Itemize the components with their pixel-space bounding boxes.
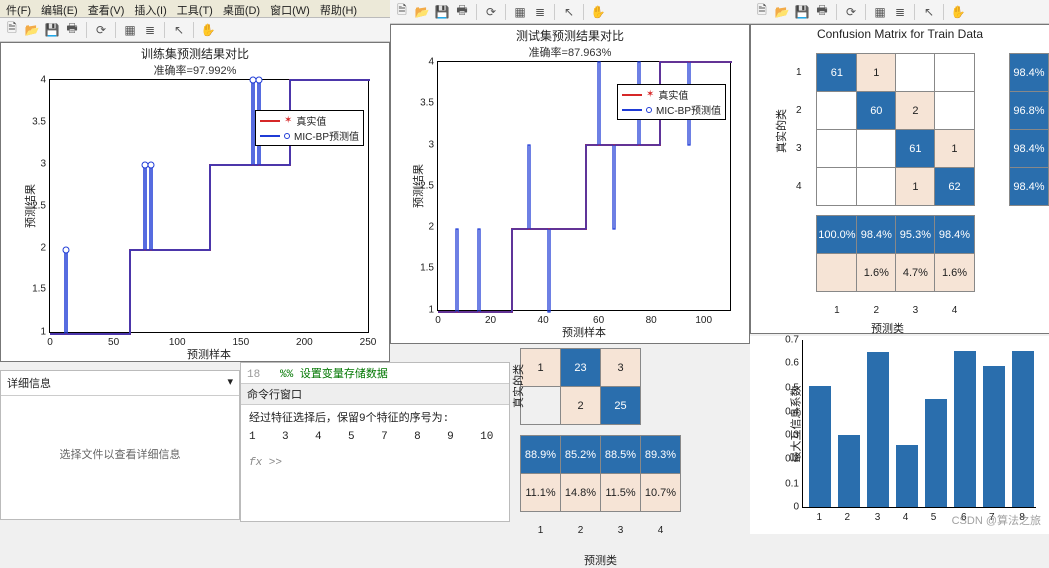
folder-open-icon[interactable]: 📂 xyxy=(414,4,430,20)
print-icon[interactable]: 🖶 xyxy=(454,4,470,20)
bar-ylabel: 最大互信息系数 xyxy=(788,385,804,462)
save-icon[interactable]: 💾 xyxy=(434,4,450,20)
fig1-legend: ✶真实值 MIC-BP预测值 xyxy=(255,110,364,146)
print-icon[interactable]: 🖶 xyxy=(64,22,80,38)
menu-help[interactable]: 帮助(H) xyxy=(320,2,357,15)
folder-open-icon[interactable]: 📂 xyxy=(24,22,40,38)
watermark: CSDN @算法之旅 xyxy=(952,512,1041,528)
menu-file[interactable]: 件(F) xyxy=(6,2,31,15)
folder-new-icon[interactable]: 🗎 xyxy=(754,4,770,20)
menu-tools[interactable]: 工具(T) xyxy=(177,2,213,15)
cm-train-title: Confusion Matrix for Train Data xyxy=(751,27,1049,41)
cm-test-xlabel: 预测类 xyxy=(520,552,681,568)
cm-train-grid: 161198.4% 260296.8% 361198.4% 416298.4% … xyxy=(781,53,1049,330)
cm-train-ylabel: 真实的类 xyxy=(773,109,789,153)
pointer-icon[interactable]: ↖ xyxy=(921,4,937,20)
command-window[interactable]: 18 %% 设置变量存储数据 命令行窗口 经过特征选择后，保留9个特征的序号为:… xyxy=(240,362,510,522)
details-heading: 详细信息 xyxy=(7,378,51,390)
list-icon[interactable]: ≣ xyxy=(532,4,548,20)
bar-series xyxy=(803,339,1037,507)
pointer-icon[interactable]: ↖ xyxy=(171,22,187,38)
refresh-icon[interactable]: ⟳ xyxy=(93,22,109,38)
figure-test-compare: 测试集预测结果对比 准确率=87.963% 预测结果 预测样本 11.5 22.… xyxy=(390,24,750,344)
fig1-subtitle: 准确率=97.992% xyxy=(1,62,389,78)
folder-open-icon[interactable]: 📂 xyxy=(774,4,790,20)
fig2-legend: ✶真实值 MIC-BP预测值 xyxy=(617,84,726,120)
toolbar-fig3: 🗎📂💾🖶 ⟳ ▦≣ ↖ ✋ xyxy=(750,0,1049,24)
refresh-icon[interactable]: ⟳ xyxy=(843,4,859,20)
toolbar-fig1: 🗎📂💾🖶 ⟳ ▦≣ ↖ ✋ xyxy=(0,18,390,42)
folder-new-icon[interactable]: 🗎 xyxy=(4,22,20,38)
grid-icon[interactable]: ▦ xyxy=(512,4,528,20)
print-icon[interactable]: 🖶 xyxy=(814,4,830,20)
fig2-xlabel: 预测样本 xyxy=(562,324,606,340)
cm-test-ylabel: 真实的类 xyxy=(510,364,526,408)
toolbar-fig2: 🗎📂💾🖶 ⟳ ▦≣ ↖ ✋ xyxy=(390,0,750,24)
details-placeholder: 选择文件以查看详细信息 xyxy=(1,446,239,462)
hand-icon[interactable]: ✋ xyxy=(590,4,606,20)
refresh-icon[interactable]: ⟳ xyxy=(483,4,499,20)
fig2-axes: 预测结果 预测样本 11.5 22.5 33.5 4 020 4060 8010… xyxy=(437,61,731,311)
fig1-axes: 预测结果 预测样本 11.5 22.5 33.5 4 050 100150 20… xyxy=(49,79,369,333)
list-icon[interactable]: ≣ xyxy=(142,22,158,38)
figure-cm-train: Confusion Matrix for Train Data 161198.4… xyxy=(750,24,1049,334)
hand-icon[interactable]: ✋ xyxy=(950,4,966,20)
fig1-xlabel: 预测样本 xyxy=(187,346,231,362)
fig1-title: 训练集预测结果对比 xyxy=(1,45,389,62)
grid-icon[interactable]: ▦ xyxy=(872,4,888,20)
folder-new-icon[interactable]: 🗎 xyxy=(394,4,410,20)
figure-bar: 最大互信息系数 0 0.1 0.2 0.3 0.4 0.5 0.6 0.7 1 … xyxy=(750,336,1049,534)
cmd-output-line: 经过特征选择后，保留9个特征的序号为: xyxy=(249,409,501,425)
cm-train-xlabel: 预测类 xyxy=(871,320,904,336)
menu-insert[interactable]: 插入(I) xyxy=(134,2,166,15)
menu-edit[interactable]: 编辑(E) xyxy=(41,2,78,15)
fig2-title: 测试集预测结果对比 xyxy=(391,27,749,44)
menu-view[interactable]: 查看(V) xyxy=(88,2,125,15)
cmd-title: 命令行窗口 xyxy=(241,383,509,405)
save-icon[interactable]: 💾 xyxy=(44,22,60,38)
cmd-prompt[interactable]: fx >> xyxy=(249,457,501,469)
menu-window[interactable]: 窗口(W) xyxy=(270,2,310,15)
menubar[interactable]: 件(F) 编辑(E) 查看(V) 插入(I) 工具(T) 桌面(D) 窗口(W)… xyxy=(0,0,390,18)
hand-icon[interactable]: ✋ xyxy=(200,22,216,38)
bar-axes: 最大互信息系数 0 0.1 0.2 0.3 0.4 0.5 0.6 0.7 1 … xyxy=(802,340,1036,508)
list-icon[interactable]: ≣ xyxy=(892,4,908,20)
fig2-subtitle: 准确率=87.963% xyxy=(391,44,749,60)
grid-icon[interactable]: ▦ xyxy=(122,22,138,38)
cm-test-grid: 1233 225 88.9%85.2%88.5%89.3% 11.1%14.8%… xyxy=(520,348,681,568)
save-icon[interactable]: 💾 xyxy=(794,4,810,20)
figure-train-compare: 训练集预测结果对比 准确率=97.992% 预测结果 预测样本 11.5 22.… xyxy=(0,42,390,362)
details-panel: 详细信息▾ 选择文件以查看详细信息 xyxy=(0,370,240,520)
pointer-icon[interactable]: ↖ xyxy=(561,4,577,20)
menu-desktop[interactable]: 桌面(D) xyxy=(223,2,260,15)
